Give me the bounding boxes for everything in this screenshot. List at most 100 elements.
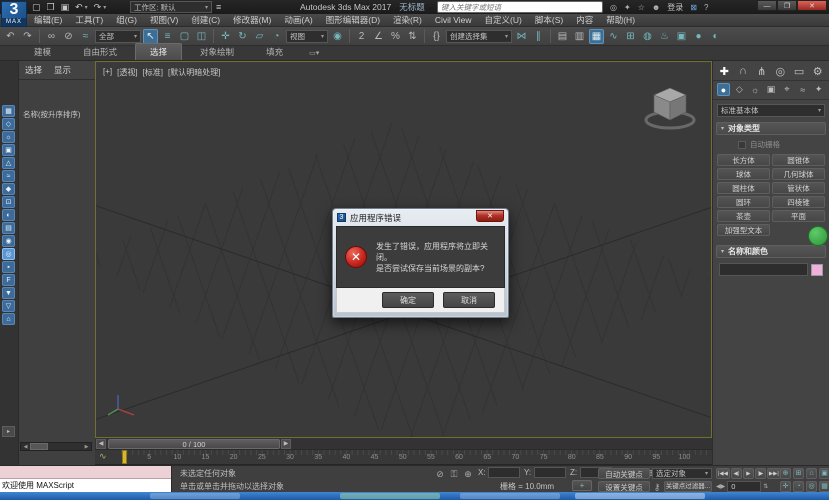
- maximize-viewport-icon[interactable]: ▦: [819, 481, 829, 492]
- ribbon-tab-0[interactable]: 建模: [20, 44, 65, 60]
- freeze-icon[interactable]: F: [2, 274, 15, 286]
- current-frame-marker[interactable]: [122, 450, 127, 464]
- geometry-category[interactable]: ●: [717, 83, 730, 96]
- primitive-button-10[interactable]: 加强型文本: [717, 224, 770, 236]
- display-groups-icon[interactable]: ◆: [2, 183, 15, 195]
- mirror-button[interactable]: ⋈: [514, 29, 529, 44]
- bind-spacewarp-button[interactable]: ≈: [78, 29, 93, 44]
- orbit-icon[interactable]: ◔: [793, 481, 804, 492]
- a360-icon[interactable]: ⊠: [690, 3, 697, 12]
- scroll-right-icon[interactable]: ▶: [82, 444, 91, 450]
- communication-center-icon[interactable]: ✦: [624, 3, 631, 12]
- menu-脚本[interactable]: 脚本(S): [535, 14, 563, 26]
- folder-icon[interactable]: ⌂: [2, 313, 15, 325]
- select-object-button[interactable]: ↖: [143, 29, 158, 44]
- filter-combo-icon[interactable]: ▼: [2, 287, 15, 299]
- zoom-icon[interactable]: ⊕: [780, 468, 791, 479]
- menu-图形编辑器[interactable]: 图形编辑器(D): [326, 14, 380, 26]
- taskbar-app-button[interactable]: [150, 493, 240, 499]
- pan-icon[interactable]: ✛: [780, 481, 791, 492]
- display-bones-icon[interactable]: ◐: [2, 209, 15, 221]
- modify-tab[interactable]: ∩: [736, 64, 751, 78]
- name-color-rollout[interactable]: ▾ 名称和颜色: [716, 245, 826, 258]
- play-button[interactable]: ▶: [743, 468, 754, 479]
- viewcube[interactable]: [641, 82, 699, 134]
- primitive-button-1[interactable]: 圆锥体: [772, 154, 825, 166]
- select-by-name-button[interactable]: ≡: [160, 29, 175, 44]
- primitive-button-7[interactable]: 四棱锥: [772, 196, 825, 208]
- field-of-view-icon[interactable]: ◎: [806, 481, 817, 492]
- display-helpers-icon[interactable]: △: [2, 157, 15, 169]
- menu-创建[interactable]: 创建(C): [191, 14, 220, 26]
- sync-selection-icon[interactable]: ◎: [2, 248, 15, 260]
- mini-curve-editor-icon[interactable]: ∿: [99, 451, 107, 462]
- macro-recorder-line[interactable]: [0, 466, 171, 479]
- go-start-button[interactable]: |◀◀: [716, 468, 730, 479]
- named-selection-sets-button[interactable]: {}: [429, 29, 444, 44]
- selection-set-dropdown[interactable]: 选定对象 ▾: [652, 468, 712, 479]
- redo-button[interactable]: ↷: [20, 29, 35, 44]
- taskbar-app-button[interactable]: [460, 493, 560, 499]
- pin-explorer-icon[interactable]: ▪: [2, 261, 15, 273]
- time-slider-track[interactable]: ◀ 0 / 100 ▶: [95, 438, 712, 450]
- select-scale-button[interactable]: ▱: [252, 29, 267, 44]
- snap-toggle-button[interactable]: 2: [354, 29, 369, 44]
- chevron-down-icon[interactable]: ▾: [103, 4, 106, 11]
- ribbon-tab-3[interactable]: 对象绘制: [186, 44, 248, 60]
- next-frame-arrow-icon[interactable]: ▶: [281, 439, 291, 449]
- selection-lock-icon[interactable]: ⚿: [448, 468, 460, 480]
- auto-key-button[interactable]: 自动关键点: [598, 468, 650, 479]
- viewport-menu-general[interactable]: [+]: [103, 67, 112, 78]
- menu-帮助[interactable]: 帮助(H): [606, 14, 635, 26]
- material-editor-button[interactable]: ◍: [640, 29, 655, 44]
- motion-tab[interactable]: ◎: [773, 64, 788, 78]
- y-coordinate-field[interactable]: [534, 467, 566, 478]
- percent-snap-button[interactable]: %: [388, 29, 403, 44]
- utilities-tab[interactable]: ⚙: [810, 64, 825, 78]
- menu-overflow-icon[interactable]: ≡: [216, 1, 221, 13]
- workspace-dropdown[interactable]: 工作区: 默认 ▾: [130, 1, 212, 13]
- object-type-rollout[interactable]: ▾ 对象类型: [716, 122, 826, 135]
- shapes-category[interactable]: ◇: [733, 83, 746, 96]
- primitive-button-3[interactable]: 几何球体: [772, 168, 825, 180]
- primitive-button-0[interactable]: 长方体: [717, 154, 770, 166]
- signin-button[interactable]: 登录: [667, 2, 683, 13]
- primitive-button-2[interactable]: 球体: [717, 168, 770, 180]
- systems-category[interactable]: ✦: [812, 83, 825, 96]
- minimize-button[interactable]: —: [757, 0, 777, 11]
- hierarchy-tab[interactable]: ⋔: [754, 64, 769, 78]
- scroll-left-icon[interactable]: ◀: [21, 444, 30, 450]
- cameras-category[interactable]: ▣: [765, 83, 778, 96]
- display-spacewarps-icon[interactable]: ≈: [2, 170, 15, 182]
- zoom-all-icon[interactable]: ⊞: [793, 468, 804, 479]
- display-xrefs-icon[interactable]: ⊡: [2, 196, 15, 208]
- menu-视图[interactable]: 视图(V): [150, 14, 178, 26]
- layer-manager-button[interactable]: ▤: [555, 29, 570, 44]
- selection-filter-dropdown[interactable]: 全部▾: [95, 30, 141, 43]
- primitive-category-dropdown[interactable]: 标准基本体 ▾: [717, 104, 825, 117]
- menu-动画[interactable]: 动画(A): [284, 14, 312, 26]
- current-frame-field[interactable]: 0: [727, 481, 761, 492]
- prev-frame-button[interactable]: ◀|: [731, 468, 742, 479]
- maxscript-mini-listener[interactable]: 欢迎使用 MAXScript: [0, 466, 172, 493]
- prev-frame-arrow-icon[interactable]: ◀: [96, 439, 106, 449]
- display-shapes-icon[interactable]: ◇: [2, 118, 15, 130]
- display-tab[interactable]: ▭: [792, 64, 807, 78]
- new-file-icon[interactable]: ▢: [32, 1, 41, 13]
- primitive-button-9[interactable]: 平面: [772, 210, 825, 222]
- select-link-button[interactable]: ∞: [44, 29, 59, 44]
- filter-icon[interactable]: ▽: [2, 300, 15, 312]
- curve-editor-button[interactable]: ∿: [606, 29, 621, 44]
- trackbar-ruler[interactable]: 5101520253035404550556065707580859095100: [121, 450, 707, 465]
- render-production-button[interactable]: ●: [691, 29, 706, 44]
- viewport-menu-shading[interactable]: [默认明暗处理]: [168, 67, 220, 78]
- primitive-button-4[interactable]: 圆柱体: [717, 182, 770, 194]
- display-lights-icon[interactable]: ☼: [2, 131, 15, 143]
- select-move-button[interactable]: ✛: [218, 29, 233, 44]
- close-button[interactable]: ✕: [797, 0, 827, 11]
- menu-渲染[interactable]: 渲染(R): [393, 14, 422, 26]
- search-input[interactable]: [438, 2, 602, 12]
- menu-组[interactable]: 组(G): [116, 14, 137, 26]
- menu-修改器[interactable]: 修改器(M): [233, 14, 271, 26]
- primitive-button-8[interactable]: 茶壶: [717, 210, 770, 222]
